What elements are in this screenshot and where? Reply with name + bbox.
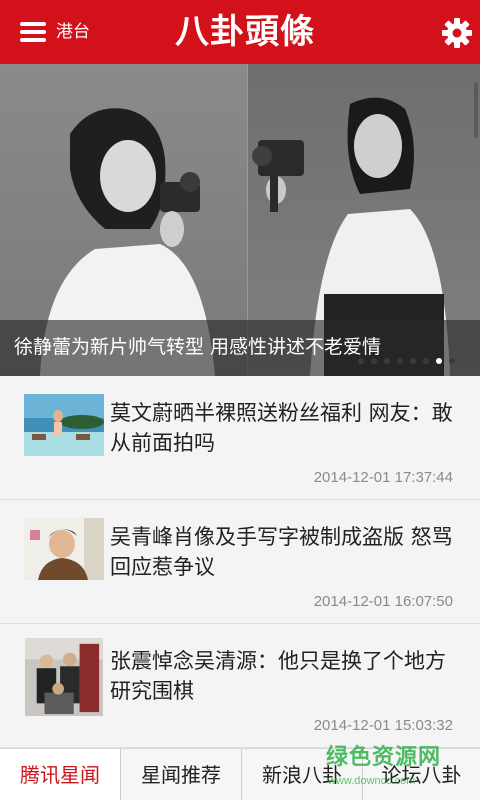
settings-button[interactable]	[440, 16, 474, 50]
tab-star-news-recommend[interactable]: 星闻推荐	[121, 749, 242, 800]
featured-slideshow[interactable]: 徐静蕾为新片帅气转型 用感性讲述不老爱情	[0, 64, 480, 376]
slide-dot[interactable]	[384, 358, 390, 364]
news-list-item[interactable]: 莫文蔚晒半裸照送粉丝福利 网友：敢从前面拍吗 2014-12-01 17:37:…	[0, 376, 480, 500]
region-selector[interactable]: 港台	[56, 20, 90, 44]
slide-dot[interactable]	[397, 358, 403, 364]
slide-dot[interactable]	[436, 358, 442, 364]
tab-forum-gossip[interactable]: 论坛八卦	[363, 749, 480, 800]
app-screen: 港台 八卦頭條 徐静蕾为新片帅气转型 用感性讲述不老爱情 莫文蔚晒半裸照送粉丝福…	[0, 0, 480, 800]
news-timestamp: 2014-12-01 15:03:32	[313, 717, 453, 734]
slide-dot[interactable]	[371, 358, 377, 364]
slideshow-scroll-indicator	[474, 82, 478, 138]
news-thumbnail	[24, 394, 104, 456]
app-title: 八卦頭條	[175, 12, 315, 52]
news-timestamp: 2014-12-01 16:07:50	[313, 593, 453, 610]
slide-pagination-dots	[358, 358, 455, 366]
featured-caption[interactable]: 徐静蕾为新片帅气转型 用感性讲述不老爱情	[14, 334, 381, 360]
gear-icon	[442, 18, 472, 48]
news-timestamp: 2014-12-01 17:37:44	[313, 469, 453, 486]
bottom-tab-bar: 腾讯星闻 星闻推荐 新浪八卦 论坛八卦	[0, 748, 480, 800]
news-list-item[interactable]: 吴青峰肖像及手写字被制成盗版 怒骂回应惹争议 2014-12-01 16:07:…	[0, 500, 480, 624]
slide-dot[interactable]	[358, 358, 364, 364]
menu-button[interactable]	[12, 14, 52, 50]
news-thumbnail	[24, 518, 104, 580]
slide-dot[interactable]	[423, 358, 429, 364]
news-title: 张震悼念吴清源：他只是换了个地方研究围棋	[110, 649, 446, 703]
tab-tencent-star-news[interactable]: 腾讯星闻	[0, 749, 121, 800]
news-list-item[interactable]: 张震悼念吴清源：他只是换了个地方研究围棋 2014-12-01 15:03:32	[0, 624, 480, 748]
slide-dot[interactable]	[410, 358, 416, 364]
slide-dot[interactable]	[449, 358, 455, 364]
app-header: 港台 八卦頭條	[0, 0, 480, 64]
tab-sina-gossip[interactable]: 新浪八卦	[242, 749, 363, 800]
news-thumbnail	[25, 638, 103, 716]
news-title: 吴青峰肖像及手写字被制成盗版 怒骂回应惹争议	[110, 525, 453, 579]
news-title: 莫文蔚晒半裸照送粉丝福利 网友：敢从前面拍吗	[110, 401, 453, 455]
